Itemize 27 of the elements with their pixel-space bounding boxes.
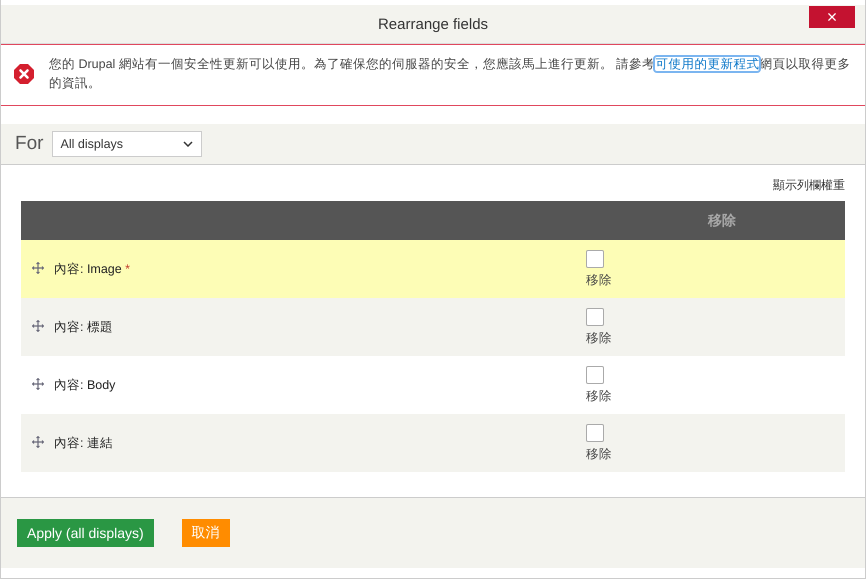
error-icon — [13, 63, 35, 85]
for-label: For — [15, 133, 44, 155]
display-select[interactable]: All displays — [52, 131, 202, 157]
drag-handle-icon[interactable] — [32, 378, 44, 390]
remove-checkbox[interactable] — [586, 424, 604, 442]
field-label: 內容: Body — [54, 378, 116, 392]
remove-checkbox[interactable] — [586, 308, 604, 326]
field-label: 內容: 標題 — [54, 320, 113, 334]
primary-button[interactable]: Apply (all displays) — [17, 519, 154, 547]
updates-link[interactable]: 可使用的更新程式 — [655, 57, 760, 71]
drag-handle-icon[interactable] — [32, 262, 44, 274]
field-label: 內容: Image — [54, 262, 122, 276]
remove-label: 移除 — [586, 330, 612, 347]
remove-label: 移除 — [586, 388, 612, 405]
required-mark: * — [125, 262, 130, 276]
remove-label: 移除 — [586, 272, 612, 289]
dialog-title: Rearrange fields — [378, 16, 488, 32]
chevron-down-icon — [182, 141, 192, 147]
column-header: 移除 — [708, 212, 736, 230]
close-button[interactable]: × — [809, 6, 855, 28]
drag-handle-icon[interactable] — [32, 436, 44, 448]
remove-checkbox[interactable] — [586, 366, 604, 384]
remove-label: 移除 — [586, 446, 612, 463]
field-label: 內容: 連結 — [54, 436, 113, 450]
show-weights-link[interactable]: 顯示列欄權重 — [773, 177, 845, 194]
drag-handle-icon[interactable] — [32, 320, 44, 332]
remove-checkbox[interactable] — [586, 250, 604, 268]
